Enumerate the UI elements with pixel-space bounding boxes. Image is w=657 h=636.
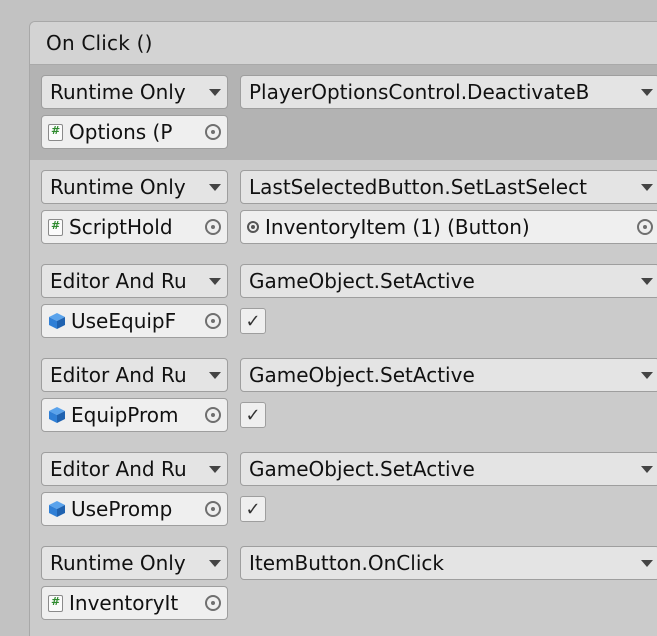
runtime-mode-dropdown[interactable]: Runtime Only xyxy=(41,75,228,109)
chevron-down-icon xyxy=(209,184,221,191)
listener-entry[interactable]: Runtime Only LastSelectedButton.SetLastS… xyxy=(30,160,657,254)
bool-argument-checkbox[interactable]: ✓ xyxy=(240,496,266,522)
function-dropdown[interactable]: LastSelectedButton.SetLastSelect xyxy=(240,170,657,204)
target-object-field[interactable]: Options (P xyxy=(41,115,228,149)
on-click-event-panel: On Click () Runtime Only PlayerOptionsCo… xyxy=(29,21,657,636)
target-object-field[interactable]: ScriptHold xyxy=(41,210,228,244)
object-picker-icon[interactable] xyxy=(205,501,221,517)
checkmark-icon: ✓ xyxy=(245,310,261,332)
object-picker-icon[interactable] xyxy=(637,219,653,235)
checkmark-icon: ✓ xyxy=(245,404,261,426)
object-picker-icon[interactable] xyxy=(205,407,221,423)
runtime-mode-dropdown[interactable]: Editor And Ru xyxy=(41,452,228,486)
chevron-down-icon xyxy=(641,278,653,285)
runtime-mode-dropdown[interactable]: Runtime Only xyxy=(41,546,228,580)
script-icon xyxy=(48,123,63,141)
chevron-down-icon xyxy=(641,466,653,473)
chevron-down-icon xyxy=(641,372,653,379)
target-object-field[interactable]: InventoryIt xyxy=(41,586,228,620)
gameobject-cube-icon xyxy=(49,501,65,517)
target-object-field[interactable]: EquipProm xyxy=(41,398,228,432)
event-header[interactable]: On Click () xyxy=(30,22,657,65)
chevron-down-icon xyxy=(209,466,221,473)
chevron-down-icon xyxy=(641,560,653,567)
runtime-mode-dropdown[interactable]: Editor And Ru xyxy=(41,264,228,298)
target-object-field[interactable]: UseEquipF xyxy=(41,304,228,338)
object-picker-icon[interactable] xyxy=(205,313,221,329)
checkmark-icon: ✓ xyxy=(245,498,261,520)
gameobject-cube-icon xyxy=(49,313,65,329)
chevron-down-icon xyxy=(209,560,221,567)
target-object-field[interactable]: UsePromp xyxy=(41,492,228,526)
chevron-down-icon xyxy=(209,372,221,379)
script-icon xyxy=(48,218,63,236)
button-component-icon xyxy=(247,221,259,233)
function-dropdown[interactable]: GameObject.SetActive xyxy=(240,452,657,486)
chevron-down-icon xyxy=(641,89,653,96)
chevron-down-icon xyxy=(641,184,653,191)
runtime-mode-dropdown[interactable]: Runtime Only xyxy=(41,170,228,204)
listener-entry[interactable]: Editor And Ru GameObject.SetActive UsePr… xyxy=(30,442,657,536)
object-picker-icon[interactable] xyxy=(205,219,221,235)
listener-entry[interactable]: Runtime Only ItemButton.OnClick Inventor… xyxy=(30,536,657,636)
bool-argument-checkbox[interactable]: ✓ xyxy=(240,308,266,334)
chevron-down-icon xyxy=(209,89,221,96)
runtime-mode-dropdown[interactable]: Editor And Ru xyxy=(41,358,228,392)
listener-entry[interactable]: Editor And Ru GameObject.SetActive Equip… xyxy=(30,348,657,442)
chevron-down-icon xyxy=(209,278,221,285)
function-dropdown[interactable]: GameObject.SetActive xyxy=(240,264,657,298)
object-picker-icon[interactable] xyxy=(205,595,221,611)
script-icon xyxy=(48,594,63,612)
listener-entry[interactable]: Editor And Ru GameObject.SetActive UseEq… xyxy=(30,254,657,348)
argument-object-field[interactable]: InventoryItem (1) (Button) xyxy=(240,210,657,244)
gameobject-cube-icon xyxy=(49,407,65,423)
function-dropdown[interactable]: PlayerOptionsControl.DeactivateB xyxy=(240,75,657,109)
event-title: On Click () xyxy=(46,31,153,55)
function-dropdown[interactable]: ItemButton.OnClick xyxy=(240,546,657,580)
bool-argument-checkbox[interactable]: ✓ xyxy=(240,402,266,428)
function-dropdown[interactable]: GameObject.SetActive xyxy=(240,358,657,392)
object-picker-icon[interactable] xyxy=(205,124,221,140)
listener-entry[interactable]: Runtime Only PlayerOptionsControl.Deacti… xyxy=(30,65,657,160)
